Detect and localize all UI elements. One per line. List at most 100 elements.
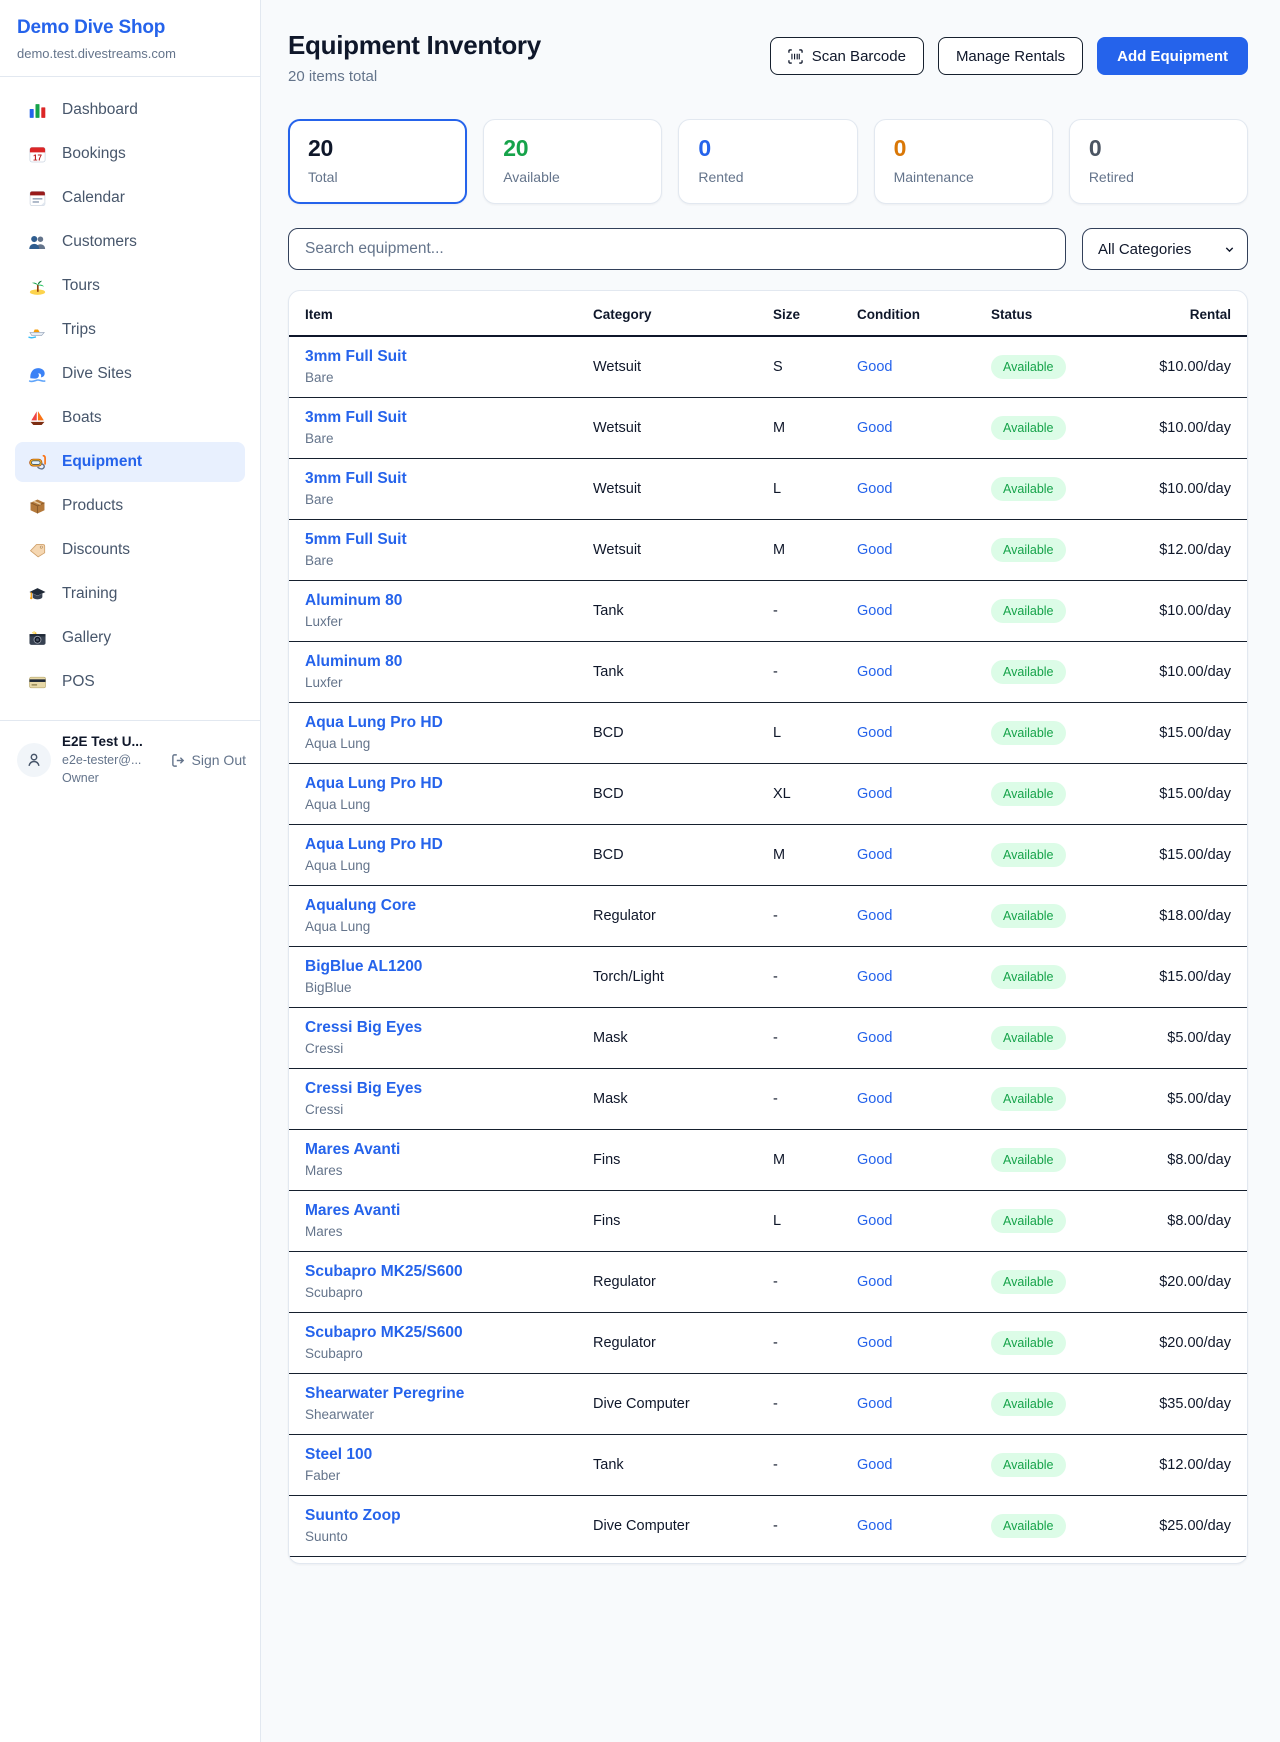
item-condition-link[interactable]: Good xyxy=(857,1396,892,1412)
status-badge: Available xyxy=(991,1453,1066,1477)
stat-card-rented[interactable]: 0 Rented xyxy=(678,119,857,204)
item-condition-link[interactable]: Good xyxy=(857,1457,892,1473)
item-name-link[interactable]: 3mm Full Suit xyxy=(305,409,577,427)
item-rental: $35.00/day xyxy=(1139,1373,1247,1434)
item-condition-link[interactable]: Good xyxy=(857,1030,892,1046)
sidebar-item-dive-sites[interactable]: Dive Sites xyxy=(15,354,245,394)
item-condition-link[interactable]: Good xyxy=(857,1213,892,1229)
category-select[interactable]: All Categories xyxy=(1082,228,1248,270)
user-box: E2E Test U... e2e-tester@... Owner Sign … xyxy=(0,720,260,799)
item-name-link[interactable]: Aqua Lung Pro HD xyxy=(305,775,577,793)
status-badge: Available xyxy=(991,1026,1066,1050)
item-condition-link[interactable]: Good xyxy=(857,908,892,924)
table-row: Aluminum 80 Luxfer Tank - Good Available… xyxy=(289,580,1247,641)
item-name-link[interactable]: BigBlue AL1200 xyxy=(305,958,577,976)
item-condition-link[interactable]: Good xyxy=(857,420,892,436)
table-row: BigBlue AL1200 BigBlue Torch/Light - Goo… xyxy=(289,946,1247,1007)
wave-icon xyxy=(28,365,47,384)
stat-card-maintenance[interactable]: 0 Maintenance xyxy=(874,119,1053,204)
item-name-link[interactable]: 3mm Full Suit xyxy=(305,470,577,488)
item-condition-link[interactable]: Good xyxy=(857,725,892,741)
sidebar-item-tours[interactable]: Tours xyxy=(15,266,245,306)
item-category: Mask xyxy=(585,1007,765,1068)
user-name: E2E Test U... xyxy=(62,734,143,751)
sidebar-item-customers[interactable]: Customers xyxy=(15,222,245,262)
sidebar-item-pos[interactable]: POS xyxy=(15,662,245,702)
item-name-link[interactable]: Aqua Lung Pro HD xyxy=(305,714,577,732)
item-condition-link[interactable]: Good xyxy=(857,542,892,558)
stat-card-retired[interactable]: 0 Retired xyxy=(1069,119,1248,204)
item-name-link[interactable]: Cressi Big Eyes xyxy=(305,1080,577,1098)
item-condition-link[interactable]: Good xyxy=(857,1091,892,1107)
item-name-link[interactable]: Cressi Big Eyes xyxy=(305,1019,577,1037)
sign-out-icon xyxy=(171,753,186,768)
item-name-link[interactable]: Mares Avanti xyxy=(305,1141,577,1159)
item-name-link[interactable]: Steel 100 xyxy=(305,1446,577,1464)
status-badge: Available xyxy=(991,782,1066,806)
item-size: - xyxy=(765,1312,849,1373)
item-brand: Cressi xyxy=(305,1102,577,1117)
item-category: BCD xyxy=(585,702,765,763)
table-row: Scubapro MK25/S600 Scubapro Regulator - … xyxy=(289,1312,1247,1373)
item-name-link[interactable]: 5mm Full Suit xyxy=(305,531,577,549)
sidebar-item-gallery[interactable]: Gallery xyxy=(15,618,245,658)
page-heading-block: Equipment Inventory 20 items total xyxy=(288,30,541,85)
stats-row: 20 Total 20 Available 0 Rented 0 Mainten… xyxy=(288,119,1248,204)
item-condition-link[interactable]: Good xyxy=(857,1518,892,1534)
item-condition-link[interactable]: Good xyxy=(857,1335,892,1351)
item-condition-link[interactable]: Good xyxy=(857,969,892,985)
item-name-link[interactable]: 3mm Full Suit xyxy=(305,348,577,366)
status-badge: Available xyxy=(991,538,1066,562)
barcode-scan-icon xyxy=(788,49,803,64)
item-name-link[interactable]: Mares Avanti xyxy=(305,1202,577,1220)
item-condition-link[interactable]: Good xyxy=(857,786,892,802)
item-condition-link[interactable]: Good xyxy=(857,1152,892,1168)
table-row: Aqua Lung Pro HD Aqua Lung BCD L Good Av… xyxy=(289,702,1247,763)
user-meta: E2E Test U... e2e-tester@... Owner xyxy=(62,734,143,786)
item-size: S xyxy=(765,336,849,397)
item-rental: $18.00/day xyxy=(1139,885,1247,946)
item-name-link[interactable]: Aluminum 80 xyxy=(305,653,577,671)
sidebar-item-discounts[interactable]: Discounts xyxy=(15,530,245,570)
item-condition-link[interactable]: Good xyxy=(857,664,892,680)
sidebar-item-products[interactable]: Products xyxy=(15,486,245,526)
item-name-link[interactable]: Scubapro MK25/S600 xyxy=(305,1263,577,1281)
item-rental: $10.00/day xyxy=(1139,336,1247,397)
item-condition-link[interactable]: Good xyxy=(857,603,892,619)
sidebar-item-bookings[interactable]: 17 Bookings xyxy=(15,134,245,174)
item-name-link[interactable]: Aqualung Core xyxy=(305,897,577,915)
item-name-link[interactable]: Aluminum 80 xyxy=(305,592,577,610)
stat-card-total[interactable]: 20 Total xyxy=(288,119,467,204)
stat-card-available[interactable]: 20 Available xyxy=(483,119,662,204)
calendar-date-icon: 17 xyxy=(28,145,47,164)
sidebar-item-calendar[interactable]: Calendar xyxy=(15,178,245,218)
add-equipment-button[interactable]: Add Equipment xyxy=(1097,37,1248,75)
item-condition-link[interactable]: Good xyxy=(857,359,892,375)
item-condition-link[interactable]: Good xyxy=(857,1274,892,1290)
item-name-link[interactable]: Aqua Lung Pro HD xyxy=(305,836,577,854)
sidebar-item-boats[interactable]: Boats xyxy=(15,398,245,438)
item-name-link[interactable]: Suunto Zoop xyxy=(305,1507,577,1525)
scan-barcode-button[interactable]: Scan Barcode xyxy=(770,37,924,75)
table-row: Steel 100 Faber Tank - Good Available $1… xyxy=(289,1434,1247,1495)
item-category: Fins xyxy=(585,1129,765,1190)
sidebar-item-training[interactable]: Training xyxy=(15,574,245,614)
item-name-link[interactable]: Shearwater Peregrine xyxy=(305,1385,577,1403)
sidebar-item-trips[interactable]: Trips xyxy=(15,310,245,350)
item-brand: BigBlue xyxy=(305,980,577,995)
table-row: Aqua Lung Pro HD Aqua Lung BCD XL Good A… xyxy=(289,763,1247,824)
search-input[interactable] xyxy=(288,228,1066,270)
item-condition-link[interactable]: Good xyxy=(857,481,892,497)
package-icon xyxy=(28,497,47,516)
sidebar-item-equipment[interactable]: Equipment xyxy=(15,442,245,482)
dive-mask-icon xyxy=(28,453,47,472)
sign-out-button[interactable]: Sign Out xyxy=(171,752,248,768)
item-condition-link[interactable]: Good xyxy=(857,847,892,863)
item-category: Mask xyxy=(585,1068,765,1129)
item-name-link[interactable]: Scubapro MK25/S600 xyxy=(305,1324,577,1342)
status-badge: Available xyxy=(991,1087,1066,1111)
item-size: - xyxy=(765,1373,849,1434)
sidebar-item-dashboard[interactable]: Dashboard xyxy=(15,90,245,130)
manage-rentals-button[interactable]: Manage Rentals xyxy=(938,37,1083,75)
tag-icon xyxy=(28,541,47,560)
